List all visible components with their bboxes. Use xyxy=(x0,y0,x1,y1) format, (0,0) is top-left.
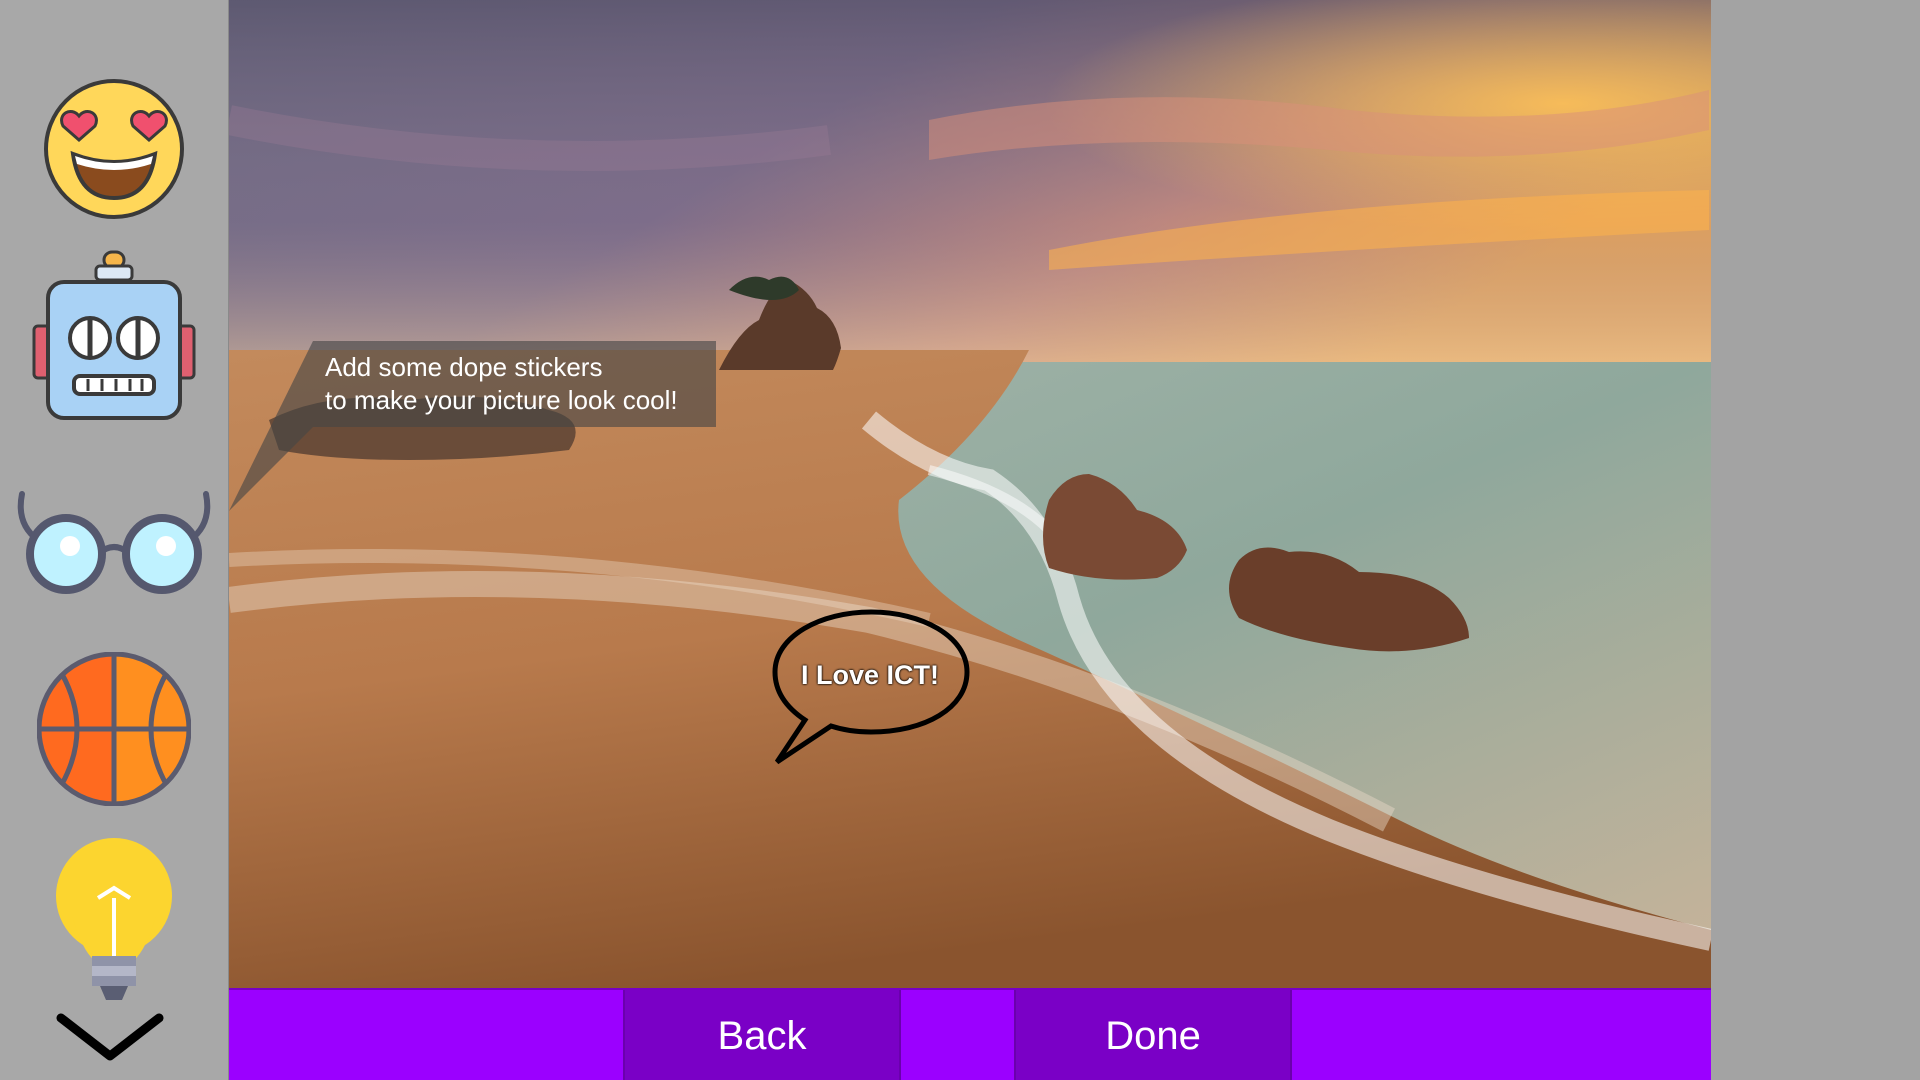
back-button[interactable]: Back xyxy=(623,990,901,1080)
light-bulb-icon[interactable] xyxy=(0,838,228,1002)
photo-canvas[interactable]: Add some dope stickers to make your pict… xyxy=(229,0,1711,988)
bottom-action-bar: Back Done xyxy=(229,988,1711,1080)
speech-bubble-text[interactable]: I Love ICT! xyxy=(775,660,965,691)
tooltip-line-1: Add some dope stickers xyxy=(325,352,603,382)
right-margin-panel xyxy=(1711,0,1920,1080)
sticker-editor-app: Add some dope stickers to make your pict… xyxy=(0,0,1920,1080)
eyeglasses-icon[interactable] xyxy=(0,488,228,608)
chevron-down-icon[interactable] xyxy=(50,1010,170,1080)
tooltip-line-2: to make your picture look cool! xyxy=(325,385,678,415)
sticker-sidebar xyxy=(0,0,230,1080)
done-button[interactable]: Done xyxy=(1014,990,1292,1080)
tooltip-pointer xyxy=(229,341,313,511)
beach-sunset-photo xyxy=(229,0,1711,988)
sticker-hint-tooltip: Add some dope stickers to make your pict… xyxy=(313,341,716,427)
robot-face-icon[interactable] xyxy=(0,248,228,424)
basketball-icon[interactable] xyxy=(0,652,228,806)
heart-eyes-emoji-icon[interactable] xyxy=(0,74,228,224)
